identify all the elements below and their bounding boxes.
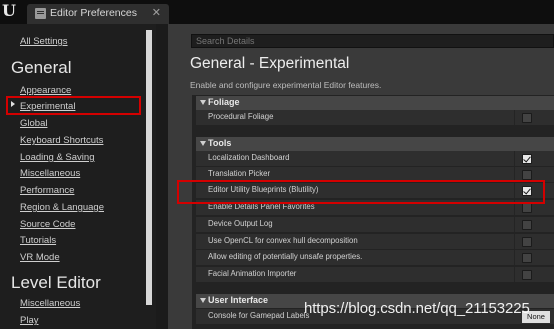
column-divider (514, 151, 515, 166)
section-label: Foliage (208, 97, 240, 107)
sidebar-item-tutorials[interactable]: Tutorials (20, 235, 56, 246)
column-divider (514, 234, 515, 249)
preferences-icon (35, 8, 46, 19)
section-header-foliage[interactable]: Foliage (196, 96, 554, 110)
sidebar-item-vr-mode[interactable]: VR Mode (20, 252, 60, 263)
chevron-down-icon (200, 298, 206, 303)
tab-editor-preferences[interactable]: Editor Preferences ✕ (27, 4, 169, 24)
unreal-logo-icon: U (2, 1, 16, 20)
sidebar-item-play[interactable]: Play (20, 315, 38, 326)
sidebar-item-loading-saving[interactable]: Loading & Saving (20, 152, 94, 163)
setting-label: Console for Gamepad Labels (208, 311, 310, 320)
sidebar-item-keyboard-shortcuts[interactable]: Keyboard Shortcuts (20, 135, 103, 146)
setting-row-procedural-foliage: Procedural Foliage (196, 110, 554, 125)
title-bar: U Editor Preferences ✕ (0, 0, 554, 24)
procedural-foliage-checkbox[interactable] (522, 113, 532, 123)
column-divider (514, 110, 515, 125)
sidebar-item-source-code[interactable]: Source Code (20, 219, 75, 230)
section-label: Tools (208, 138, 232, 148)
sidebar-item-region-language[interactable]: Region & Language (20, 202, 104, 213)
section-header-tools[interactable]: Tools (196, 137, 554, 151)
setting-row-unsafe-properties: Allow editing of potentially unsafe prop… (196, 250, 554, 265)
close-tab-icon[interactable]: ✕ (152, 6, 161, 19)
device-output-log-checkbox[interactable] (522, 220, 532, 230)
unsafe-properties-checkbox[interactable] (522, 253, 532, 263)
sidebar-heading-general: General (11, 58, 72, 77)
section-label: User Interface (208, 295, 269, 305)
highlight-box-blutility (177, 180, 545, 204)
sidebar-item-global[interactable]: Global (20, 118, 47, 129)
sidebar-item-miscellaneous[interactable]: Miscellaneous (20, 168, 80, 179)
opencl-convex-hull-checkbox[interactable] (522, 237, 532, 247)
column-divider (514, 267, 515, 282)
sidebar-scrollbar[interactable] (146, 30, 152, 305)
sidebar-heading-level-editor: Level Editor (11, 273, 101, 292)
page-title: General - Experimental (190, 55, 350, 72)
setting-label: Facial Animation Importer (208, 269, 297, 278)
chevron-down-icon (200, 100, 206, 105)
setting-row-opencl-convex-hull: Use OpenCL for convex hull decomposition (196, 234, 554, 249)
sidebar-item-performance[interactable]: Performance (20, 185, 74, 196)
column-divider (514, 250, 515, 265)
setting-label: Translation Picker (208, 169, 271, 178)
setting-label: Procedural Foliage (208, 112, 274, 121)
column-divider (514, 217, 515, 232)
sidebar-item-appearance[interactable]: Appearance (20, 85, 71, 96)
setting-label: Localization Dashboard (208, 153, 290, 162)
chevron-down-icon (200, 141, 206, 146)
localization-dashboard-checkbox[interactable] (522, 154, 532, 164)
translation-picker-checkbox[interactable] (522, 170, 532, 180)
search-input[interactable] (191, 34, 554, 48)
tab-label: Editor Preferences (50, 7, 137, 19)
sidebar-item-all-settings[interactable]: All Settings (20, 36, 68, 47)
setting-label: Use OpenCL for convex hull decomposition (208, 236, 358, 245)
watermark-text: https://blog.csdn.net/qq_21153225 (304, 300, 530, 317)
setting-row-facial-animation-importer: Facial Animation Importer (196, 267, 554, 282)
setting-label: Device Output Log (208, 219, 273, 228)
details-panel-favorites-checkbox[interactable] (522, 203, 532, 213)
facial-animation-importer-checkbox[interactable] (522, 270, 532, 280)
page-description: Enable and configure experimental Editor… (190, 80, 382, 90)
setting-row-device-output-log: Device Output Log (196, 217, 554, 232)
setting-row-localization-dashboard: Localization Dashboard (196, 151, 554, 166)
highlight-box-experimental (6, 96, 141, 115)
setting-label: Allow editing of potentially unsafe prop… (208, 252, 363, 261)
sidebar-item-level-miscellaneous[interactable]: Miscellaneous (20, 298, 80, 309)
